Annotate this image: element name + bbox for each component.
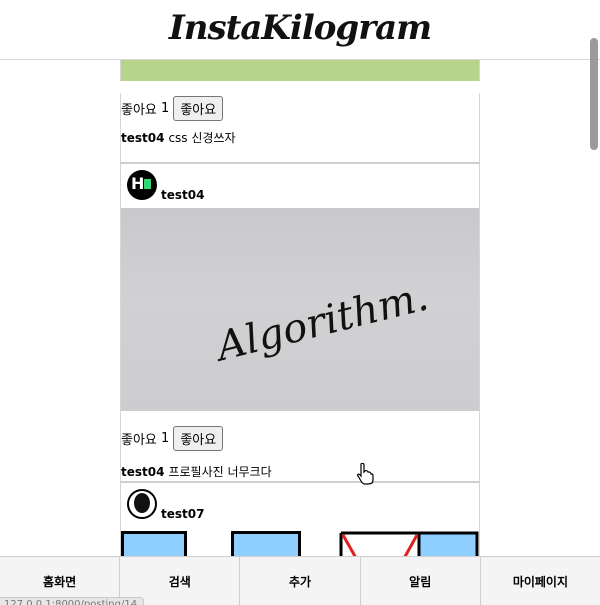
caption-text: 프로필사진 너무크다 — [168, 465, 272, 479]
scrollbar-thumb[interactable] — [590, 38, 598, 150]
like-label: 좋아요 — [121, 102, 157, 118]
like-count: 1 — [161, 100, 170, 116]
hand-pointer-icon — [357, 463, 374, 485]
previous-post-image — [120, 60, 480, 81]
like-row: 좋아요 1 좋아요 — [121, 423, 479, 453]
caption-username[interactable]: test04 — [121, 131, 164, 145]
caption-text: css 신경쓰자 — [168, 131, 236, 145]
nav-mypage[interactable]: 마이페이지 — [480, 557, 600, 605]
post-card: H test04 Algorithm. 좋아요 1 좋아요 test04 프로필… — [120, 164, 480, 483]
user-silhouette-icon[interactable] — [127, 489, 157, 519]
post-header: H test04 — [121, 164, 479, 208]
post-caption: test04 css 신경쓰자 — [121, 129, 479, 147]
handwriting-image: Algorithm. — [208, 274, 432, 372]
previous-post-footer: 좋아요 1 좋아요 test04 css 신경쓰자 — [120, 93, 480, 164]
post-username[interactable]: test04 — [161, 188, 204, 202]
post-footer: 좋아요 1 좋아요 test04 프로필사진 너무크다 — [121, 411, 479, 481]
top-header: InstaKilogram — [0, 0, 600, 60]
like-label: 좋아요 — [121, 432, 157, 448]
hashnode-logo-icon[interactable]: H — [127, 170, 157, 200]
nav-notifications[interactable]: 알림 — [360, 557, 481, 605]
app-window: InstaKilogram 좋아요 1 좋아요 test04 css 신경쓰자 H — [0, 0, 600, 605]
handwritten-text: Algorithm. — [208, 274, 432, 372]
post-header: test07 — [121, 483, 479, 527]
like-count: 1 — [161, 430, 170, 446]
like-button[interactable]: 좋아요 — [173, 95, 224, 121]
status-bar-url: 127.0.0.1:8000/posting/14 — [0, 597, 145, 605]
app-logo[interactable]: InstaKilogram — [169, 8, 432, 48]
caption-username[interactable]: test04 — [121, 465, 164, 479]
post-caption: test04 프로필사진 너무크다 — [121, 463, 479, 481]
nav-add[interactable]: 추가 — [240, 557, 361, 605]
post-feed: 좋아요 1 좋아요 test04 css 신경쓰자 H test04 Algori… — [120, 60, 480, 560]
post-card: test07 — [120, 483, 480, 560]
post-image[interactable]: Algorithm. — [121, 208, 479, 411]
like-row: 좋아요 1 좋아요 — [121, 93, 479, 123]
post-username[interactable]: test07 — [161, 507, 204, 521]
like-button[interactable]: 좋아요 — [173, 425, 224, 451]
